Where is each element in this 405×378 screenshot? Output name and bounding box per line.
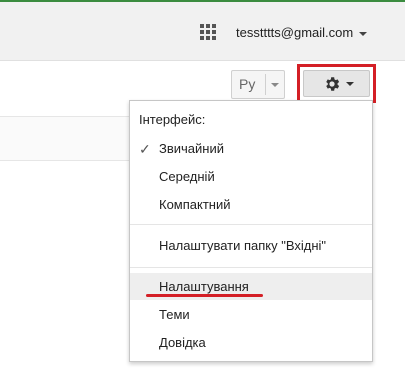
menu-item-themes[interactable]: Теми bbox=[130, 301, 372, 328]
divider bbox=[0, 116, 130, 117]
settings-dropdown-menu: Інтерфейс: ✓ Звичайний Середній Компактн… bbox=[129, 100, 373, 362]
menu-divider bbox=[130, 224, 372, 225]
menu-item-density-compact[interactable]: Компактний bbox=[130, 191, 372, 218]
menu-divider bbox=[130, 267, 372, 268]
menu-item-density-cozy[interactable]: Середній bbox=[130, 163, 372, 190]
chevron-down-icon bbox=[359, 31, 368, 36]
menu-item-density-comfortable[interactable]: Звичайний bbox=[130, 135, 372, 162]
gear-icon bbox=[326, 77, 340, 91]
settings-gear-button[interactable] bbox=[303, 70, 370, 97]
chevron-down-icon[interactable] bbox=[271, 83, 279, 87]
account-email: tesstttts@gmail.com bbox=[236, 25, 354, 40]
settings-underline-annotation bbox=[146, 294, 263, 297]
apps-grid-icon[interactable] bbox=[200, 24, 216, 40]
message-list-area bbox=[0, 117, 130, 160]
chevron-down-icon bbox=[346, 82, 354, 86]
language-label: Ру bbox=[239, 76, 256, 92]
menu-header-interface: Інтерфейс: bbox=[139, 112, 206, 127]
account-menu[interactable]: tesstttts@gmail.com bbox=[236, 24, 368, 42]
divider bbox=[0, 160, 130, 161]
menu-item-configure-inbox[interactable]: Налаштувати папку "Вхідні" bbox=[130, 232, 372, 259]
divider bbox=[265, 74, 266, 95]
language-button[interactable]: Ру bbox=[231, 70, 285, 99]
header-bar: tesstttts@gmail.com bbox=[0, 2, 405, 61]
menu-item-help[interactable]: Довідка bbox=[130, 329, 372, 356]
